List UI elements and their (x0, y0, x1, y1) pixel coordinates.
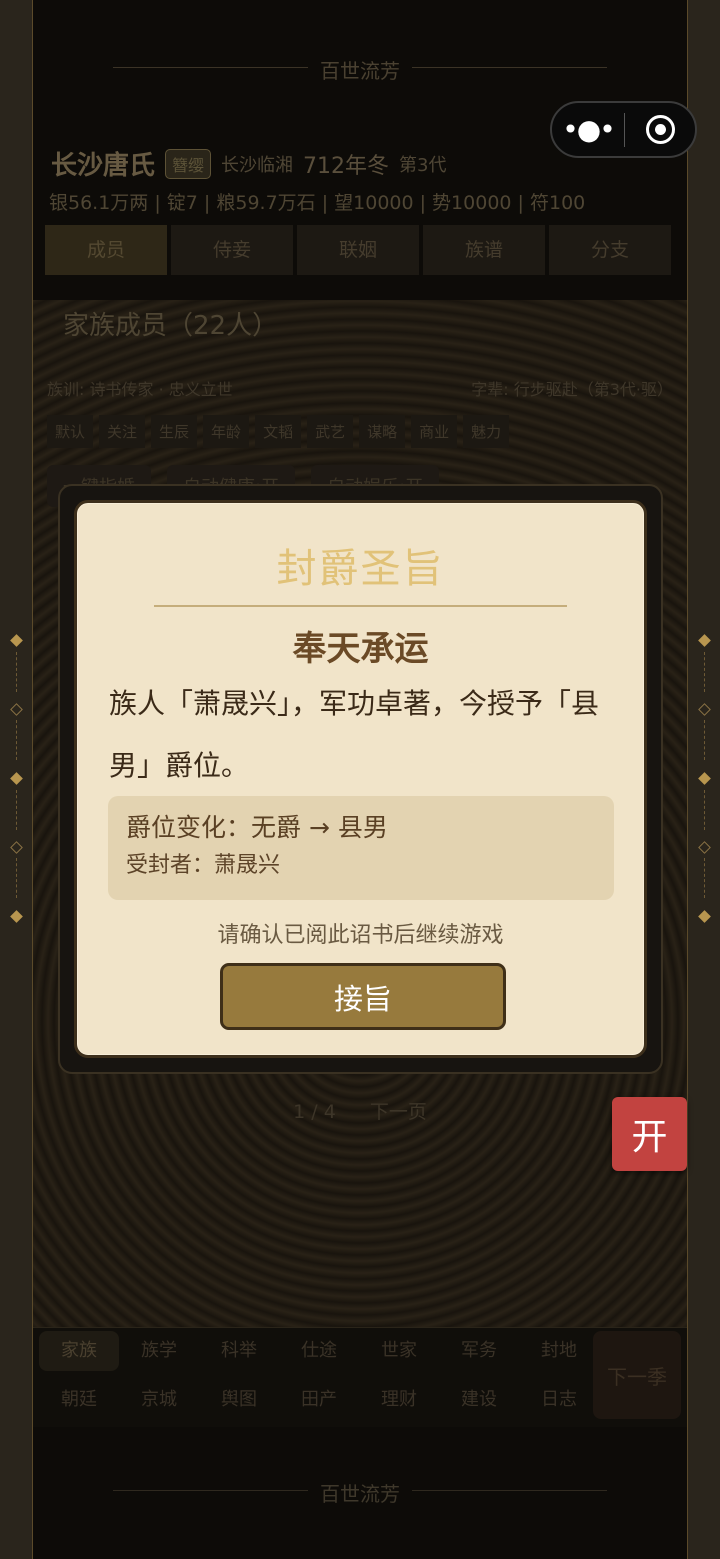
diamond-outline-icon (698, 841, 711, 854)
nav-military[interactable]: 军务 (439, 1331, 519, 1371)
generation-name: 字辈: 行步驱赴（第3代·驱） (471, 380, 673, 399)
diamond-icon (698, 634, 711, 647)
resource-bar: 银56.1万两 | 锭7 | 粮59.7万石 | 望10000 | 势10000… (49, 192, 586, 214)
family-generation: 第3代 (399, 154, 447, 176)
float-toggle-button[interactable]: 开 (612, 1097, 687, 1171)
left-rail-ornament (0, 630, 33, 930)
diamond-outline-icon (10, 703, 23, 716)
rail-divider (704, 858, 705, 898)
diamond-icon (10, 772, 23, 785)
sort-birthday[interactable]: 生辰 (151, 415, 198, 448)
sort-business[interactable]: 商业 (411, 415, 458, 448)
nav-row-1: 家族 族学 科举 仕途 世家 军务 封地 (39, 1331, 599, 1371)
title-change-box: 爵位变化：无爵 → 县男 受封者：萧晟兴 (108, 796, 614, 900)
nav-school[interactable]: 族学 (119, 1331, 199, 1371)
diamond-icon (698, 910, 711, 923)
sort-age[interactable]: 年龄 (203, 415, 250, 448)
title-divider (154, 605, 567, 607)
page-indicator: 1 / 4 (293, 1101, 336, 1123)
member-tabs: 成员 侍妾 联姻 族谱 分支 (45, 225, 675, 275)
more-dots-icon[interactable]: •●• (552, 101, 624, 158)
recipient-text: 受封者：萧晟兴 (126, 853, 281, 878)
right-rail (687, 0, 720, 1559)
rail-divider (704, 790, 705, 830)
nav-farmland[interactable]: 田产 (279, 1380, 359, 1420)
family-rank-badge: 簪缨 (165, 148, 212, 179)
title-change-text: 爵位变化：无爵 → 县男 (126, 813, 388, 842)
nav-map[interactable]: 舆图 (199, 1380, 279, 1420)
next-season-button[interactable]: 下一季 (593, 1331, 681, 1419)
miniprogram-capsule: •●• (550, 101, 697, 158)
decree-body: 族人「萧晟兴」，军功卓著，今授予「县男」爵位。 (109, 687, 600, 782)
game-year: 712年冬 (303, 153, 390, 179)
nav-family[interactable]: 家族 (39, 1331, 119, 1371)
close-miniprogram-button[interactable] (625, 115, 695, 144)
section-title: 家族成员（22人） (63, 311, 279, 341)
rail-divider (16, 790, 17, 830)
rail-divider (16, 858, 17, 898)
sort-default[interactable]: 默认 (47, 415, 94, 448)
header-title: 百世流芳 (33, 55, 687, 83)
rail-divider (16, 720, 17, 760)
nav-clans[interactable]: 世家 (359, 1331, 439, 1371)
left-rail (0, 0, 33, 1559)
right-rail-ornament (688, 630, 720, 930)
bottom-nav: 家族 族学 科举 仕途 世家 军务 封地 朝廷 京城 舆图 田产 理财 建设 日… (33, 1327, 687, 1427)
family-location: 长沙临湘 (221, 154, 294, 176)
sort-charm[interactable]: 魅力 (463, 415, 510, 448)
sort-options: 默认 关注 生辰 年龄 文韬 武艺 谋略 商业 魅力 (47, 415, 510, 448)
rail-divider (16, 652, 17, 692)
sort-strategy[interactable]: 谋略 (359, 415, 406, 448)
sort-follow[interactable]: 关注 (99, 415, 146, 448)
decree-dialog: 封爵圣旨 奉天承运 族人「萧晟兴」，军功卓著，今授予「县男」爵位。 爵位变化：无… (58, 484, 663, 1074)
tab-genealogy[interactable]: 族谱 (423, 225, 545, 275)
pagination: 1 / 4 下一页 (33, 1097, 687, 1124)
family-name: 长沙唐氏 (51, 151, 156, 181)
family-motto-line: 族训: 诗书传家 · 忠义立世 字辈: 行步驱赴（第3代·驱） (47, 376, 673, 400)
diamond-icon (10, 634, 23, 647)
header-title-text: 百世流芳 (320, 59, 400, 83)
nav-career[interactable]: 仕途 (279, 1331, 359, 1371)
diamond-outline-icon (698, 703, 711, 716)
target-icon (645, 115, 675, 144)
nav-fief[interactable]: 封地 (519, 1331, 599, 1371)
sort-literary[interactable]: 文韬 (255, 415, 302, 448)
accept-decree-button[interactable]: 接旨 (220, 963, 506, 1030)
footer-title: 百世流芳 (33, 1478, 687, 1507)
decree-subtitle: 奉天承运 (292, 629, 429, 669)
rail-divider (704, 652, 705, 692)
next-page-button[interactable]: 下一页 (370, 1101, 427, 1123)
family-info: 长沙唐氏 簪缨 长沙临湘 712年冬 第3代 (51, 145, 446, 182)
tab-marriage[interactable]: 联姻 (297, 225, 419, 275)
nav-construction[interactable]: 建设 (439, 1380, 519, 1420)
tab-branches[interactable]: 分支 (549, 225, 671, 275)
nav-row-2: 朝廷 京城 舆图 田产 理财 建设 日志 (39, 1380, 599, 1420)
confirm-hint: 请确认已阅此诏书后继续游戏 (217, 923, 504, 948)
diamond-icon (10, 910, 23, 923)
family-motto: 族训: 诗书传家 · 忠义立世 (47, 380, 233, 399)
nav-finance[interactable]: 理财 (359, 1380, 439, 1420)
nav-court[interactable]: 朝廷 (39, 1380, 119, 1420)
tab-members[interactable]: 成员 (45, 225, 167, 275)
decree-title: 封爵圣旨 (276, 546, 445, 592)
tab-concubines[interactable]: 侍妾 (171, 225, 293, 275)
decree-panel: 封爵圣旨 奉天承运 族人「萧晟兴」，军功卓著，今授予「县男」爵位。 爵位变化：无… (74, 500, 647, 1058)
nav-log[interactable]: 日志 (519, 1380, 599, 1420)
rail-divider (704, 720, 705, 760)
nav-exam[interactable]: 科举 (199, 1331, 279, 1371)
diamond-icon (698, 772, 711, 785)
diamond-outline-icon (10, 841, 23, 854)
footer-title-text: 百世流芳 (320, 1482, 400, 1506)
sort-martial[interactable]: 武艺 (307, 415, 354, 448)
nav-capital[interactable]: 京城 (119, 1380, 199, 1420)
